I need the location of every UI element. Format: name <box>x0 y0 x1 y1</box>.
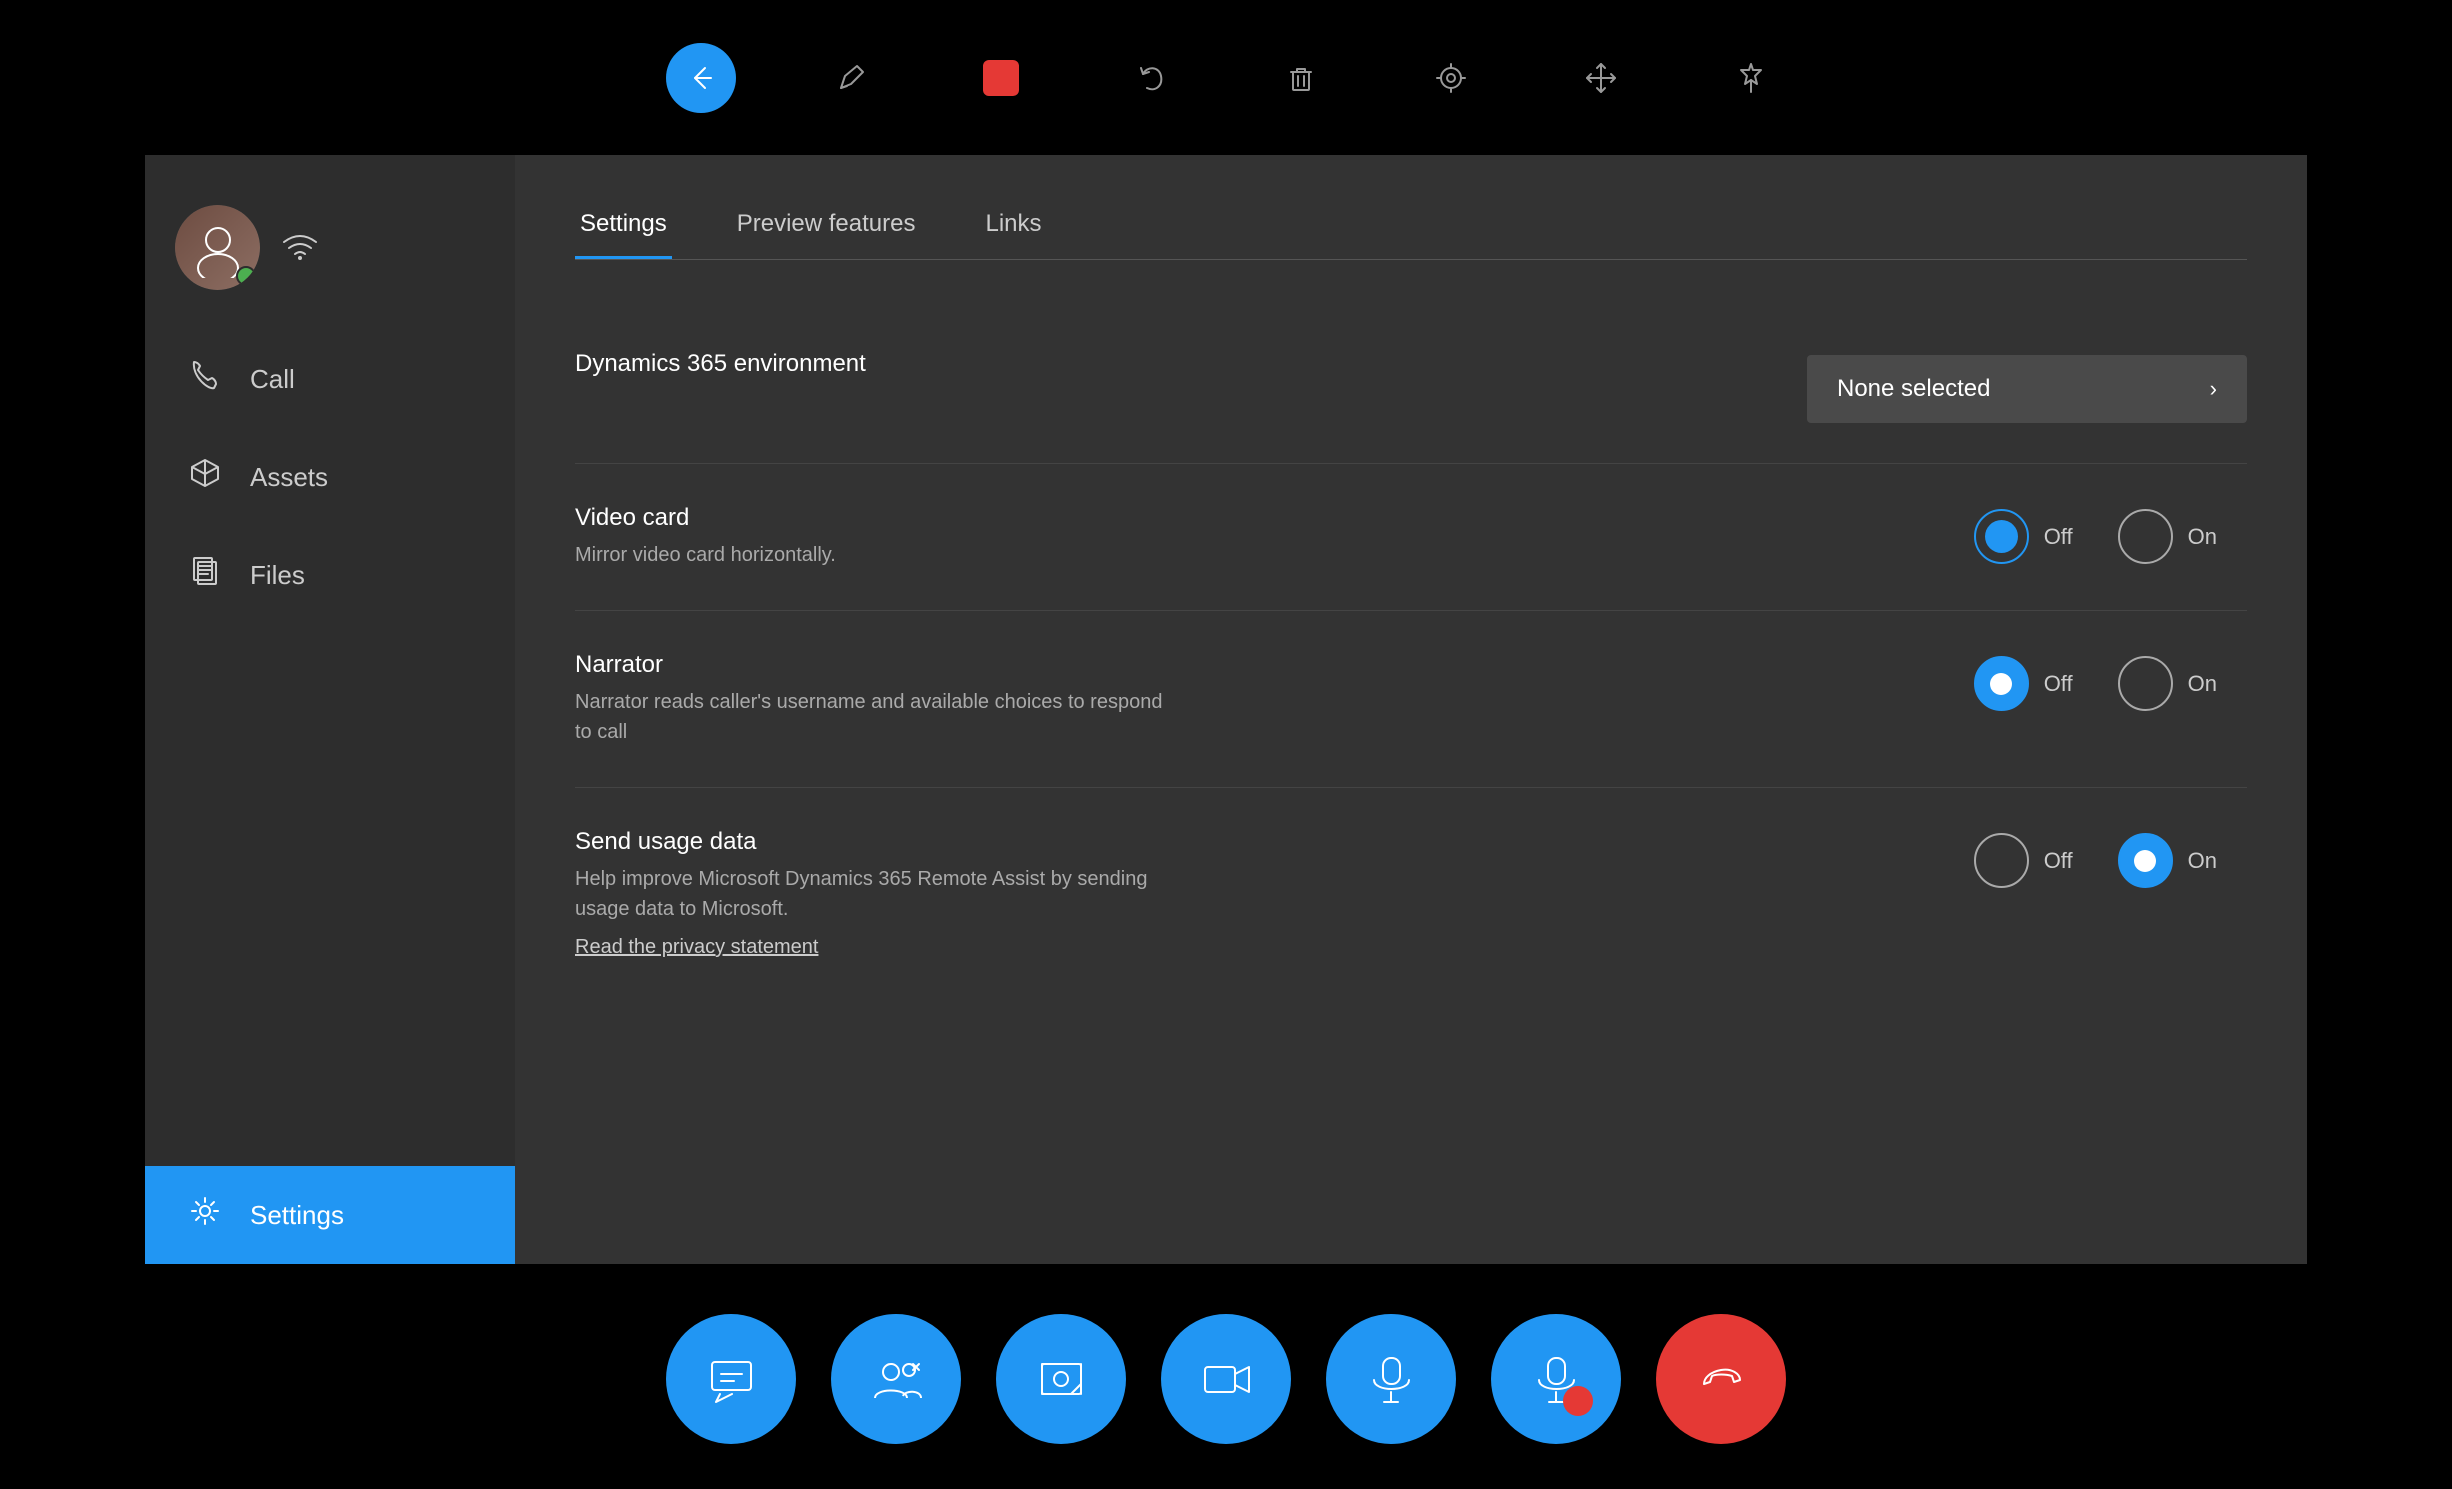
sidebar-item-files[interactable]: Files <box>145 526 515 624</box>
narrator-off-label: Off <box>2044 671 2073 697</box>
back-button[interactable] <box>666 43 736 113</box>
video-button[interactable] <box>1161 1314 1291 1444</box>
main-panel: Call Assets Files <box>145 155 2307 1264</box>
bottom-toolbar <box>0 1269 2452 1489</box>
send-usage-off-radio[interactable] <box>1974 833 2029 888</box>
call-label: Call <box>250 364 295 395</box>
dynamics-control: None selected › <box>1807 355 2247 423</box>
video-card-setting-row: Video card Mirror video card horizontall… <box>575 464 2247 611</box>
dynamics-setting-row: Dynamics 365 environment None selected › <box>575 310 2247 464</box>
hangup-button[interactable] <box>1656 1314 1786 1444</box>
sidebar-item-assets[interactable]: Assets <box>145 428 515 526</box>
tab-preview-features[interactable]: Preview features <box>732 195 921 259</box>
tab-settings[interactable]: Settings <box>575 195 672 259</box>
content-area: Settings Preview features Links Dynamics… <box>515 155 2307 1264</box>
target-button[interactable] <box>1416 43 1486 113</box>
video-card-off-radio[interactable] <box>1974 509 2029 564</box>
record-button[interactable] <box>1491 1314 1621 1444</box>
mic-button[interactable] <box>1326 1314 1456 1444</box>
files-icon <box>185 554 225 596</box>
send-usage-off-label: Off <box>2044 848 2073 874</box>
record-active-indicator <box>1563 1386 1593 1416</box>
gear-icon <box>185 1194 225 1236</box>
chat-button[interactable] <box>666 1314 796 1444</box>
narrator-label: Narrator Narrator reads caller's usernam… <box>575 651 1934 747</box>
tab-links[interactable]: Links <box>980 195 1046 259</box>
send-usage-control: Off On <box>1974 833 2247 888</box>
narrator-setting-row: Narrator Narrator reads caller's usernam… <box>575 611 2247 788</box>
screenshot-button[interactable] <box>996 1314 1126 1444</box>
video-card-control: Off On <box>1974 509 2247 564</box>
undo-button[interactable] <box>1116 43 1186 113</box>
trash-button[interactable] <box>1266 43 1336 113</box>
record-square-button[interactable] <box>966 43 1036 113</box>
narrator-on-label: On <box>2188 671 2217 697</box>
dynamics-dropdown[interactable]: None selected › <box>1807 355 2247 423</box>
video-card-radio-group: Off On <box>1974 509 2247 564</box>
cube-icon <box>185 456 225 498</box>
sidebar-item-call[interactable]: Call <box>145 330 515 428</box>
top-toolbar <box>0 0 2452 155</box>
send-usage-on-label: On <box>2188 848 2217 874</box>
user-section <box>145 185 515 330</box>
avatar <box>175 205 260 290</box>
settings-label: Settings <box>250 1200 344 1231</box>
sidebar: Call Assets Files <box>145 155 515 1264</box>
privacy-link[interactable]: Read the privacy statement <box>575 936 818 959</box>
video-card-label: Video card Mirror video card horizontall… <box>575 504 1934 570</box>
narrator-radio-group: Off On <box>1974 656 2247 711</box>
narrator-off-radio[interactable] <box>1974 656 2029 711</box>
online-badge <box>236 266 256 286</box>
send-usage-setting-row: Send usage data Help improve Microsoft D… <box>575 788 2247 999</box>
wifi-icon <box>280 226 320 269</box>
move-button[interactable] <box>1566 43 1636 113</box>
files-label: Files <box>250 560 305 591</box>
tabs: Settings Preview features Links <box>575 195 2247 260</box>
send-usage-on-radio[interactable] <box>2118 833 2173 888</box>
participants-button[interactable] <box>831 1314 961 1444</box>
phone-icon <box>185 358 225 400</box>
narrator-control: Off On <box>1974 656 2247 711</box>
narrator-on-radio[interactable] <box>2118 656 2173 711</box>
pin-button[interactable] <box>1716 43 1786 113</box>
pen-button[interactable] <box>816 43 886 113</box>
send-usage-label: Send usage data Help improve Microsoft D… <box>575 828 1934 959</box>
send-usage-radio-group: Off On <box>1974 833 2247 888</box>
chevron-right-icon: › <box>2210 376 2217 402</box>
video-card-off-label: Off <box>2044 524 2073 550</box>
dynamics-label: Dynamics 365 environment <box>575 350 1767 386</box>
sidebar-item-settings[interactable]: Settings <box>145 1166 515 1264</box>
assets-label: Assets <box>250 462 328 493</box>
video-card-on-label: On <box>2188 524 2217 550</box>
video-card-on-radio[interactable] <box>2118 509 2173 564</box>
